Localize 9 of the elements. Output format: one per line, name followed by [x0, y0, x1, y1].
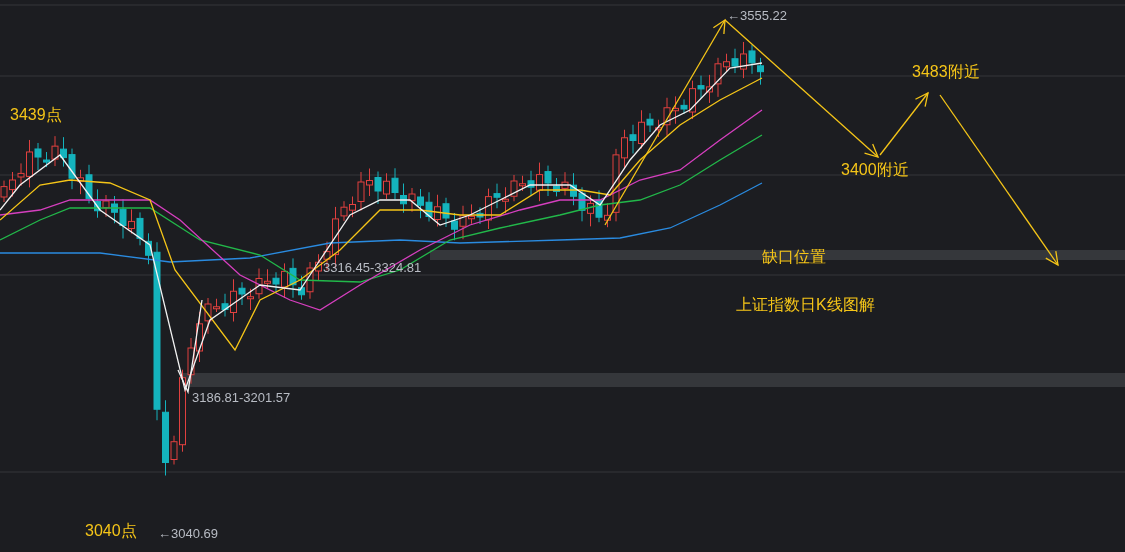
- price-label: 3186.81-3201.57: [192, 390, 291, 407]
- price-label: ←3555.22: [727, 8, 787, 25]
- annotation-label: 3400附近: [841, 160, 909, 180]
- price-label: ←3040.69: [158, 526, 218, 543]
- annotation-label: 缺口位置: [762, 247, 826, 267]
- annotation-label: 上证指数日K线图解: [736, 295, 875, 315]
- annotation-label: 3439点: [10, 105, 62, 125]
- annotation-label: 3483附近: [912, 62, 980, 82]
- annotation-label: 3040点: [85, 521, 137, 541]
